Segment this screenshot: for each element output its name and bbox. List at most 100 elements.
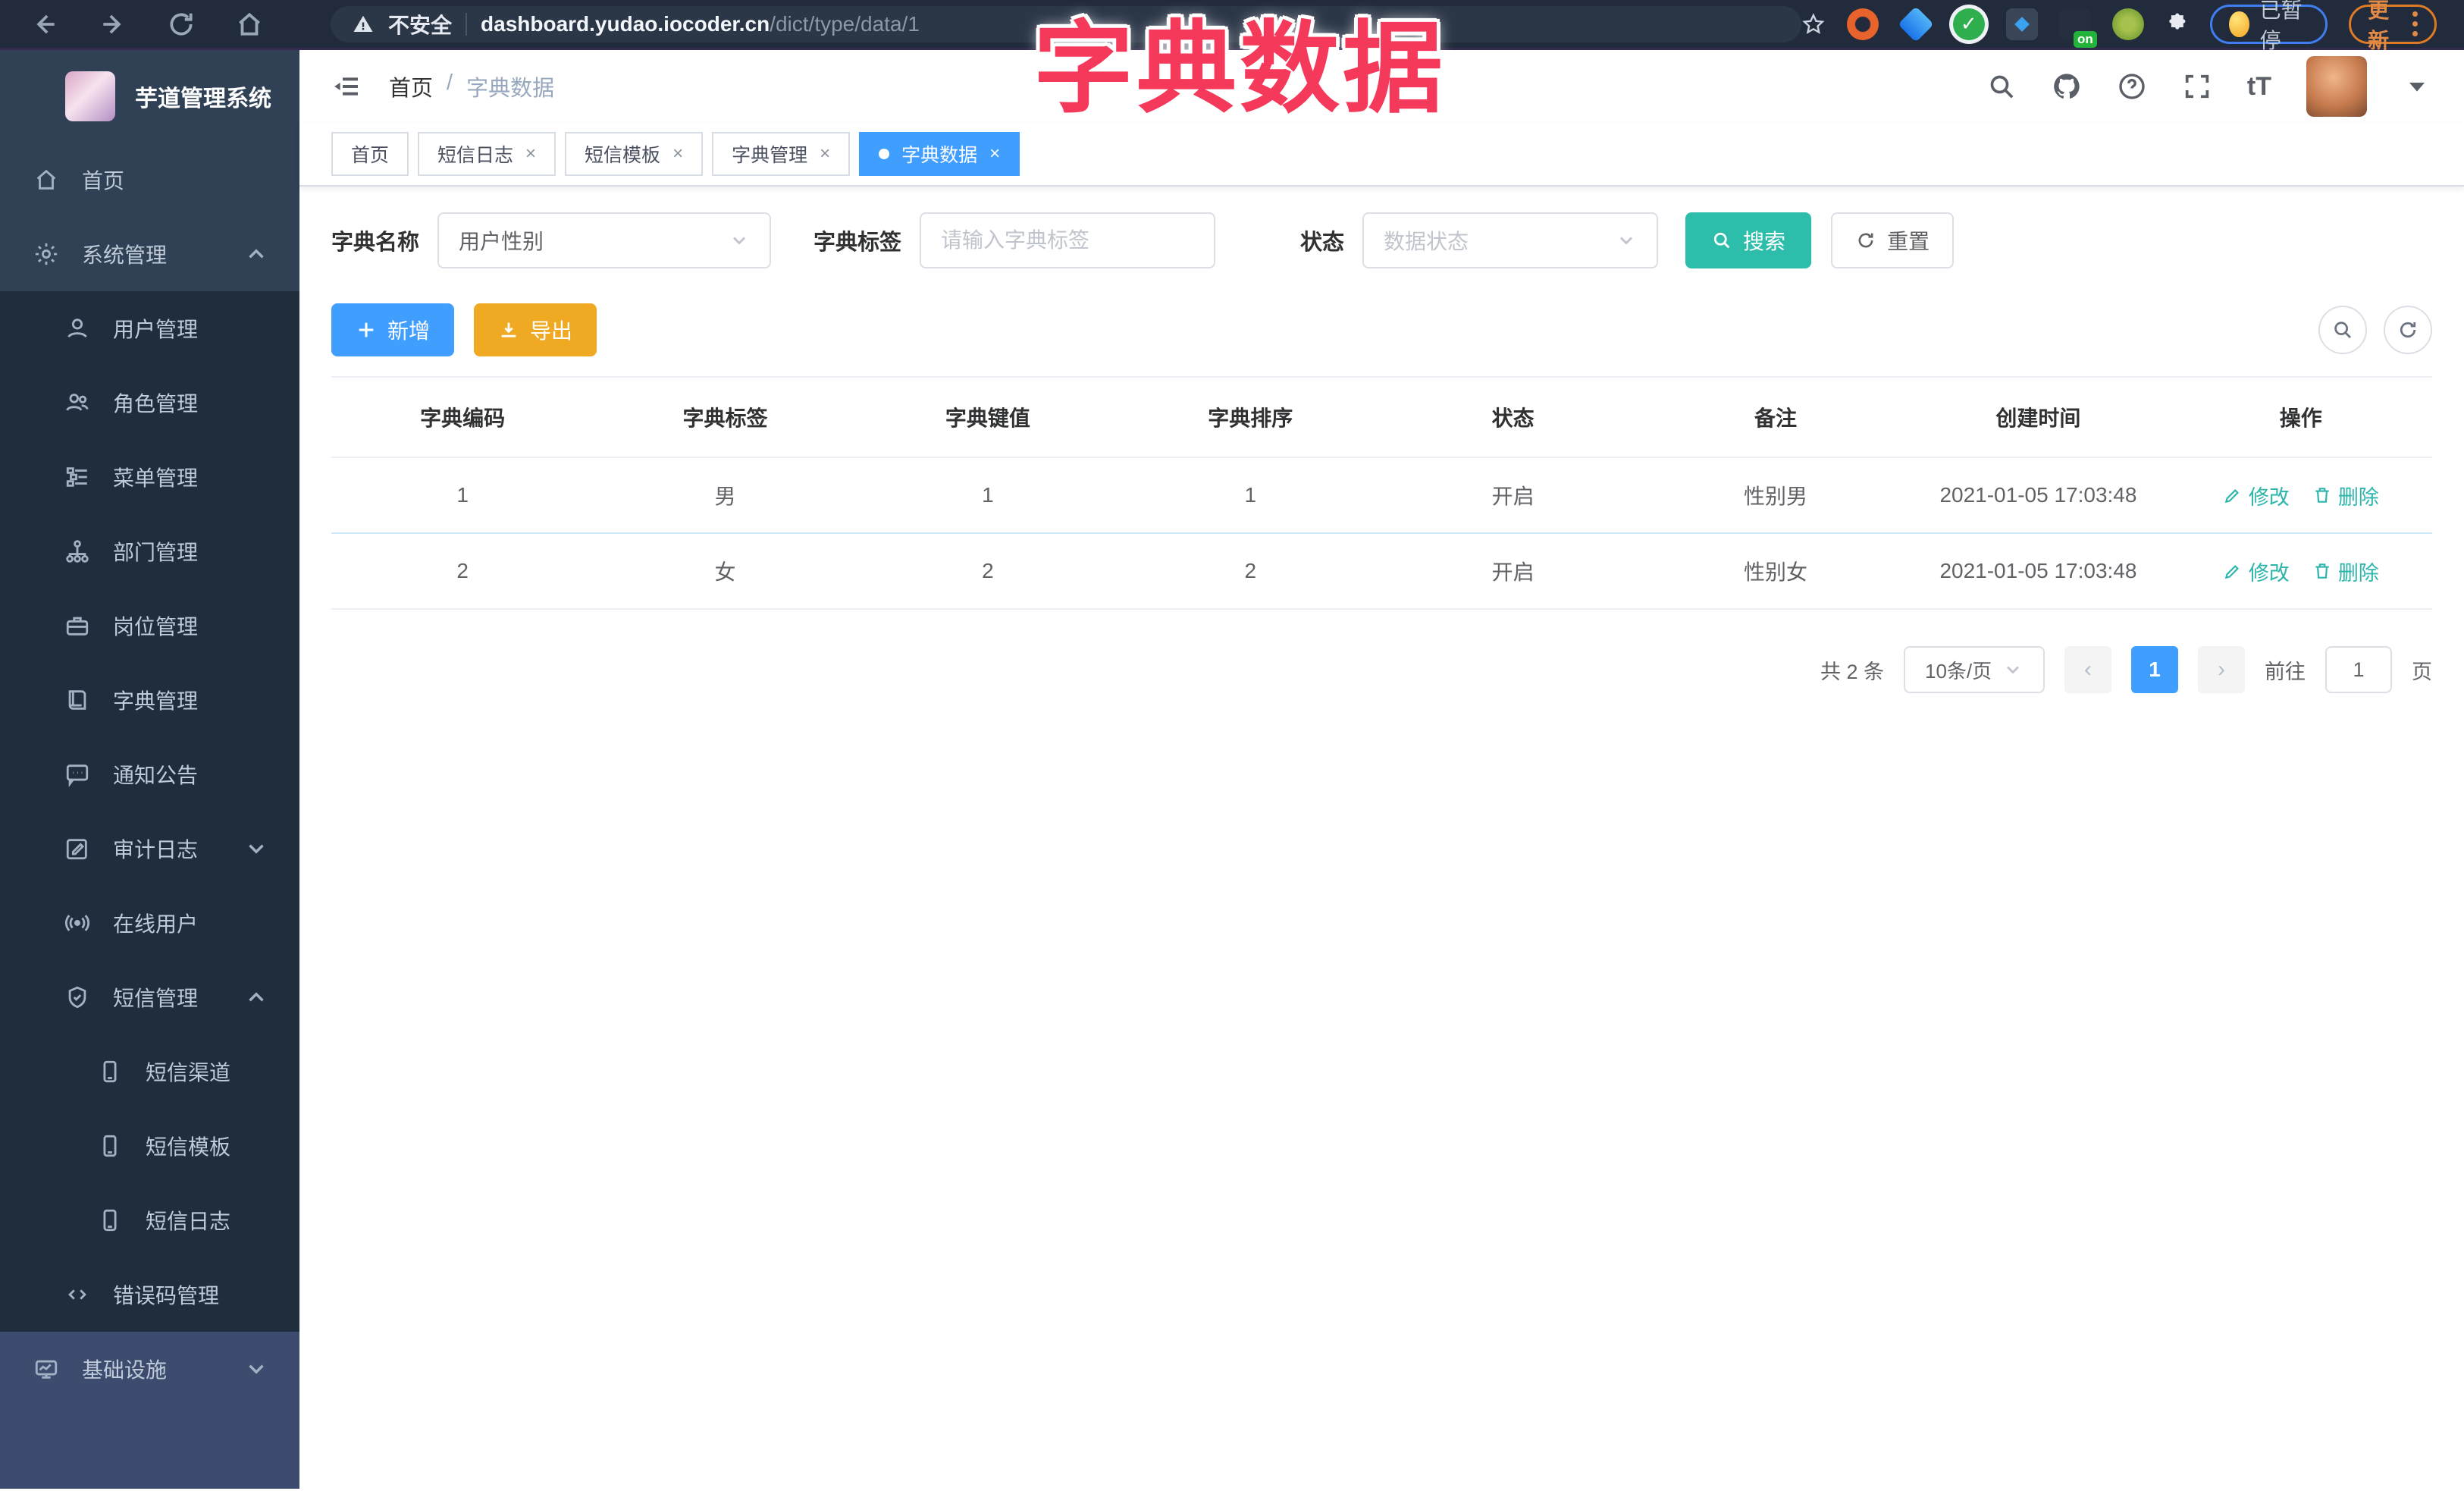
- extension-icon-slider[interactable]: [2005, 8, 2038, 40]
- delete-label: 删除: [2337, 485, 2379, 509]
- update-chip[interactable]: 更新: [2349, 0, 2437, 52]
- close-icon[interactable]: ×: [525, 143, 536, 165]
- sidebar-item-post-management[interactable]: 岗位管理: [0, 589, 299, 663]
- url-domain: dashboard.yudao.iocoder.cn: [481, 11, 770, 36]
- logo-row[interactable]: 芋道管理系统: [0, 50, 299, 143]
- tab-dict-data[interactable]: 字典数据 ×: [859, 132, 1020, 176]
- hamburger-icon[interactable]: [331, 71, 362, 102]
- add-button[interactable]: 新增: [331, 303, 455, 356]
- sidebar-item-home[interactable]: 首页: [0, 143, 299, 217]
- kebab-menu-icon[interactable]: [2412, 11, 2418, 36]
- sidebar-item-menu-management[interactable]: 菜单管理: [0, 440, 299, 514]
- cell-actions: 修改 删除: [2170, 458, 2432, 532]
- search-label: 搜索: [1743, 230, 1786, 253]
- sidebar-item-notice[interactable]: 通知公告: [0, 737, 299, 811]
- forward-icon[interactable]: [99, 10, 127, 39]
- cell-code: 2: [456, 559, 469, 582]
- tab-sms-log[interactable]: 短信日志 ×: [418, 132, 556, 176]
- help-icon[interactable]: [2117, 71, 2147, 102]
- col-header: 字典排序: [1208, 406, 1293, 430]
- sidebar-item-user-management[interactable]: 用户管理: [0, 291, 299, 366]
- reload-icon[interactable]: [167, 10, 196, 39]
- paused-label: 已暂停: [2259, 0, 2303, 52]
- sidebar-item-infrastructure[interactable]: 基础设施: [0, 1332, 299, 1406]
- security-label[interactable]: 不安全: [388, 9, 452, 39]
- delete-link[interactable]: 删除: [2312, 481, 2379, 510]
- active-dot: [879, 149, 890, 159]
- sidebar-item-online-users[interactable]: 在线用户: [0, 886, 299, 960]
- table-row: 1 男 1 1 开启 性别男 2021-01-05 17:03:48 修改 删除: [331, 458, 2432, 534]
- menu-label: 短信渠道: [146, 1061, 231, 1085]
- github-icon[interactable]: [2052, 71, 2082, 102]
- search-icon: [1713, 232, 1730, 249]
- next-page-button[interactable]: ›: [2198, 646, 2245, 693]
- extension-icon-dark[interactable]: on: [2058, 8, 2097, 48]
- breadcrumb-current: 字典数据: [466, 77, 555, 101]
- page-size-select[interactable]: 10条/页: [1904, 646, 2045, 693]
- trash-icon: [2315, 488, 2329, 503]
- reset-button[interactable]: 重置: [1831, 212, 1955, 268]
- edit-link[interactable]: 修改: [2223, 557, 2290, 586]
- search-button[interactable]: 搜索: [1685, 212, 1812, 268]
- tab-sms-template[interactable]: 短信模板 ×: [565, 132, 704, 176]
- bookmark-star-icon[interactable]: [1801, 9, 1826, 39]
- extension-icon-gem[interactable]: [1897, 5, 1934, 42]
- tab-home[interactable]: 首页: [331, 132, 409, 176]
- sidebar-item-sms-template[interactable]: 短信模板: [0, 1109, 299, 1183]
- dict-name-select[interactable]: 用户性别: [437, 212, 772, 268]
- sidebar-item-sms-management[interactable]: 短信管理: [0, 960, 299, 1034]
- edit-link[interactable]: 修改: [2223, 481, 2290, 510]
- sidebar-item-sms-log[interactable]: 短信日志: [0, 1183, 299, 1257]
- sidebar-item-error-code-management[interactable]: 错误码管理: [0, 1257, 299, 1332]
- sidebar-item-role-management[interactable]: 角色管理: [0, 366, 299, 440]
- close-icon[interactable]: ×: [672, 143, 683, 165]
- sidebar-item-dict-management[interactable]: 字典管理: [0, 663, 299, 737]
- warning-icon: [353, 15, 373, 32]
- search-icon[interactable]: [1986, 71, 2017, 102]
- filter-form: 字典名称 用户性别 字典标签 状态 数据状态 搜索: [331, 212, 2432, 268]
- table-row: 2 女 2 2 开启 性别女 2021-01-05 17:03:48 修改 删除: [331, 534, 2432, 610]
- sidebar-item-system-management[interactable]: 系统管理: [0, 217, 299, 291]
- status-select[interactable]: 数据状态: [1362, 212, 1659, 268]
- fullscreen-icon[interactable]: [2182, 71, 2212, 102]
- sidebar-item-audit-log[interactable]: 审计日志: [0, 811, 299, 886]
- menu-label: 部门管理: [113, 541, 199, 564]
- app-title: 芋道管理系统: [135, 86, 271, 111]
- breadcrumb-home[interactable]: 首页: [389, 71, 433, 102]
- users-icon: [66, 394, 89, 411]
- message-icon: [66, 764, 89, 787]
- tree-table-icon: [66, 467, 87, 487]
- breadcrumb: 首页 / 字典数据: [389, 71, 554, 102]
- sidebar-item-sms-channel[interactable]: 短信渠道: [0, 1034, 299, 1109]
- status-label: 状态: [1300, 231, 1345, 255]
- goto-page-input[interactable]: [2325, 646, 2392, 693]
- cell-remark: 性别女: [1744, 560, 1808, 584]
- export-button[interactable]: 导出: [474, 303, 597, 356]
- close-icon[interactable]: ×: [820, 143, 830, 165]
- close-icon[interactable]: ×: [989, 143, 1000, 165]
- extensions-puzzle-icon[interactable]: [2165, 9, 2190, 39]
- extension-icon-green[interactable]: [2111, 8, 2144, 40]
- sidebar-item-dept-management[interactable]: 部门管理: [0, 514, 299, 589]
- sidebar: 芋道管理系统 首页 系统管理 用户管理 角色管理 菜单管理 部门管理 岗位管理 …: [0, 50, 299, 1489]
- home-nav-icon[interactable]: [235, 10, 264, 39]
- page-size-value: 10条/页: [1925, 659, 1992, 683]
- tab-dict-management[interactable]: 字典管理 ×: [712, 132, 851, 176]
- prev-page-button[interactable]: ‹: [2064, 646, 2111, 693]
- extension-icon-orange[interactable]: [1846, 8, 1879, 40]
- refresh-table-button[interactable]: [2384, 306, 2432, 354]
- profile-paused-chip[interactable]: 已暂停: [2210, 0, 2328, 52]
- menu-label: 用户管理: [113, 318, 199, 341]
- avatar[interactable]: [2306, 56, 2367, 117]
- back-icon[interactable]: [30, 10, 59, 39]
- search-icon: [2334, 322, 2351, 338]
- text-size-icon[interactable]: tT: [2247, 72, 2271, 102]
- menu-label: 短信模板: [146, 1135, 231, 1159]
- caret-down-icon[interactable]: [2402, 71, 2432, 102]
- current-page[interactable]: 1: [2131, 646, 2178, 693]
- extension-icon-check[interactable]: ✓: [1952, 8, 1985, 40]
- total-count: 共 2 条: [1820, 660, 1884, 683]
- delete-link[interactable]: 删除: [2312, 557, 2379, 586]
- toggle-search-button[interactable]: [2318, 306, 2367, 354]
- dict-tag-input[interactable]: [920, 212, 1216, 268]
